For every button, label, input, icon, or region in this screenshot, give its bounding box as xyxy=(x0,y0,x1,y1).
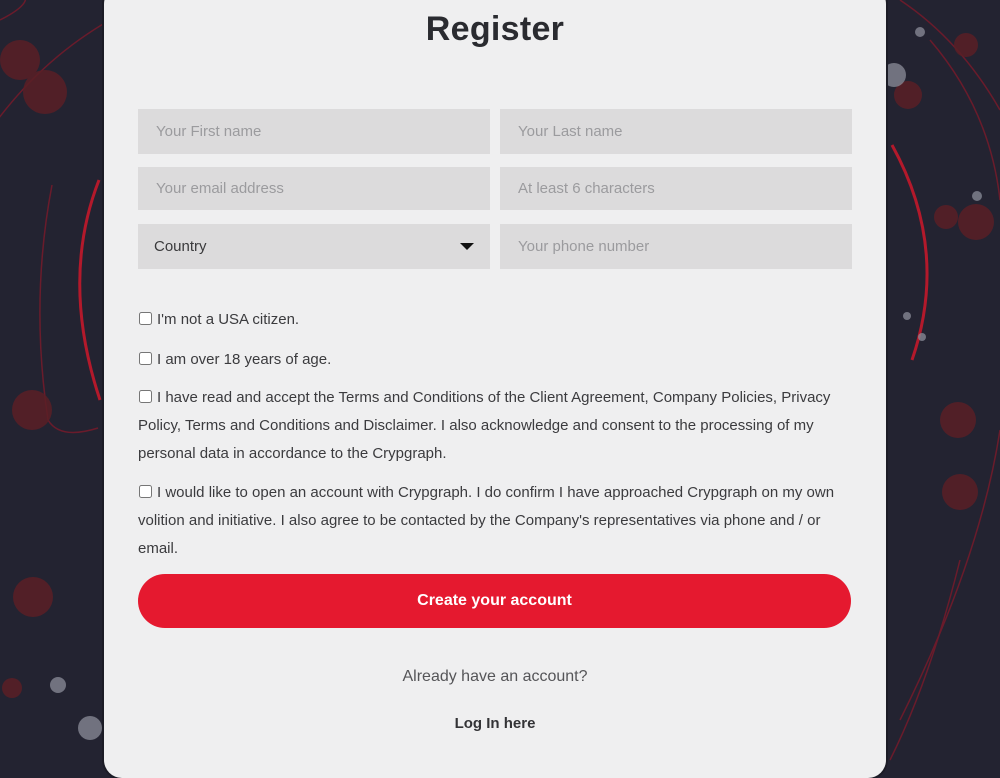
caret-down-icon xyxy=(460,243,474,250)
register-card: Register Country I'm not a USA citizen. … xyxy=(104,0,886,778)
country-select-value: Country xyxy=(154,238,207,255)
password-input[interactable] xyxy=(500,167,852,210)
create-account-button[interactable]: Create your account xyxy=(138,574,851,628)
checkbox-label: I'm not a USA citizen. xyxy=(157,311,300,328)
last-name-input[interactable] xyxy=(500,109,852,154)
checkbox-terms[interactable]: I have read and accept the Terms and Con… xyxy=(138,384,850,468)
checkbox-over-18[interactable]: I am over 18 years of age. xyxy=(138,346,850,374)
terms-checkbox[interactable] xyxy=(139,390,152,403)
checkbox-open-account[interactable]: I would like to open an account with Cry… xyxy=(138,479,850,563)
page-title: Register xyxy=(425,10,565,48)
phone-input[interactable] xyxy=(500,224,852,269)
first-name-input[interactable] xyxy=(138,109,490,154)
login-link[interactable]: Log In here xyxy=(455,715,536,732)
checkbox-label: I am over 18 years of age. xyxy=(157,351,332,368)
already-have-account-text: Already have an account? xyxy=(402,668,588,685)
email-input[interactable] xyxy=(138,167,490,210)
checkbox-label: I would like to open an account with Cry… xyxy=(138,484,835,557)
checkbox-label: I have read and accept the Terms and Con… xyxy=(138,389,831,462)
country-select[interactable]: Country xyxy=(138,224,490,269)
open-account-checkbox[interactable] xyxy=(139,485,152,498)
checkbox-not-usa-citizen[interactable]: I'm not a USA citizen. xyxy=(138,306,850,334)
over-18-checkbox[interactable] xyxy=(139,352,152,365)
not-usa-citizen-checkbox[interactable] xyxy=(139,312,152,325)
